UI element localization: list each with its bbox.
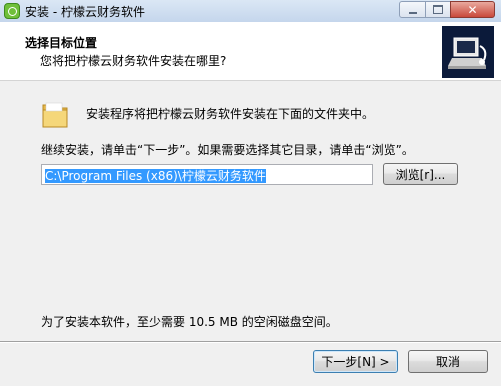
instruction-text: 继续安装，请单击“下一步”。如果需要选择其它目录，请单击“浏览”。: [41, 143, 414, 157]
minimize-button[interactable]: [399, 1, 426, 18]
page-title: 选择目标位置: [25, 36, 98, 50]
disk-space-text: 为了安装本软件，至少需要 10.5 MB 的空闲磁盘空间。: [41, 315, 338, 329]
maximize-icon: [433, 5, 443, 14]
install-path-value: C:\Program Files (x86)\柠檬云财务软件: [45, 169, 266, 183]
minimize-icon: [408, 11, 417, 14]
close-button[interactable]: ✕: [450, 1, 495, 18]
next-button[interactable]: 下一步[N] >: [313, 350, 398, 373]
window-title: 安装 - 柠檬云财务软件: [25, 5, 145, 19]
wizard-header: 选择目标位置 您将把柠檬云财务软件安装在哪里?: [0, 22, 501, 81]
page-subtitle: 您将把柠檬云财务软件安装在哪里?: [40, 54, 227, 68]
folder-icon: [42, 102, 68, 128]
close-icon: ✕: [467, 2, 478, 17]
wizard-content: 安装程序将把柠檬云财务软件安装在下面的文件夹中。 继续安装，请单击“下一步”。如…: [0, 81, 501, 341]
installer-computer-icon: [442, 26, 494, 78]
app-icon: [4, 3, 20, 19]
install-path-input[interactable]: C:\Program Files (x86)\柠檬云财务软件: [41, 164, 373, 185]
title-bar: 安装 - 柠檬云财务软件 ✕: [0, 0, 501, 23]
install-location-text: 安装程序将把柠檬云财务软件安装在下面的文件夹中。: [86, 107, 375, 121]
cancel-button[interactable]: 取消: [408, 350, 488, 373]
browse-button[interactable]: 浏览[r]...: [383, 163, 458, 185]
footer-separator: [0, 341, 501, 343]
maximize-button[interactable]: [425, 1, 451, 18]
